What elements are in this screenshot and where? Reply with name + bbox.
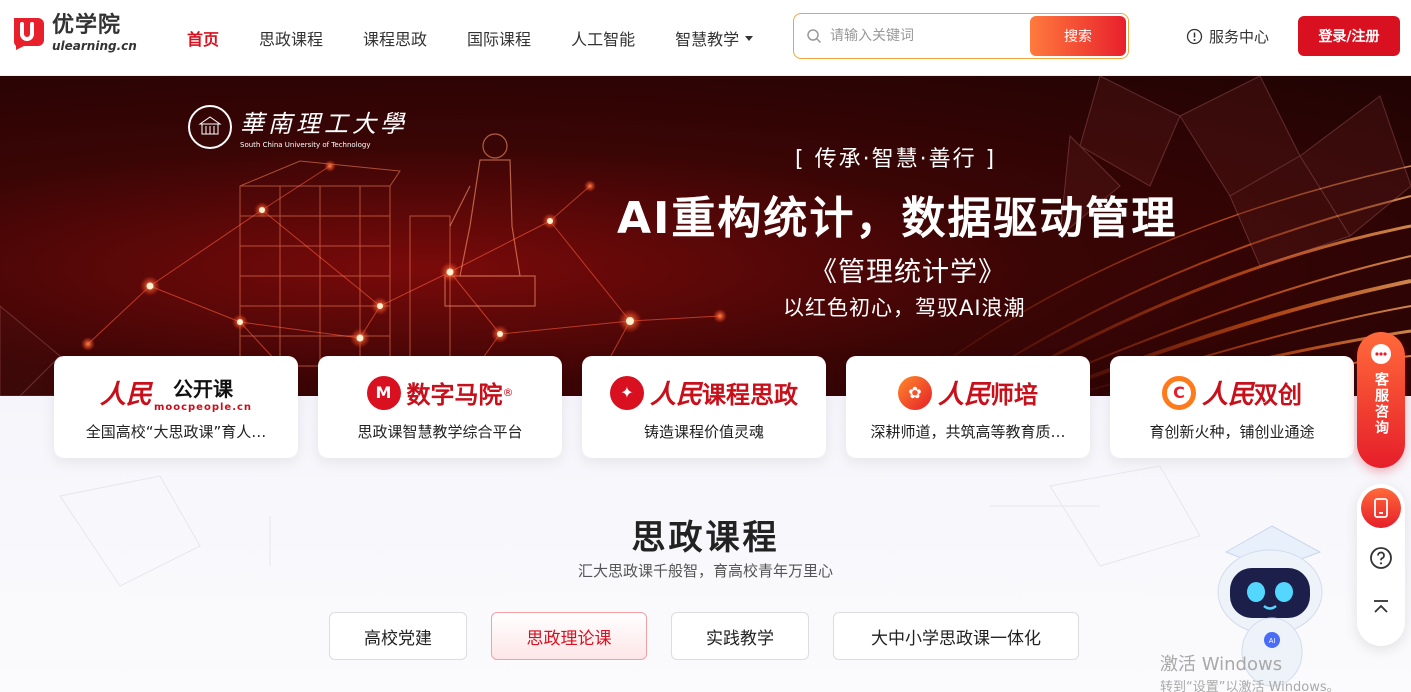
caret-down-icon [745,35,754,41]
nav-course-sizheng[interactable]: 课程思政 [363,26,427,50]
customer-service-button[interactable]: 客服咨询 [1357,332,1405,468]
card-description: 育创新火种，铺创业通途 [1149,422,1315,441]
banner-headline: AI重构统计，数据驱动管理 [617,193,1178,244]
card-brand: M 数字马院 ® [366,373,514,413]
logo-en-text: ulearning.cn [52,38,137,53]
university-name-cn: 華南理工大學 [240,110,408,138]
university-name-en: South China University of Technology [240,141,371,149]
phone-icon [1374,498,1388,518]
card-brand: 人民 公开课 moocpeople.cn [100,373,252,413]
innovation-logo-icon: C [1161,375,1196,410]
banner-slogan-small: [ 传承·智慧·善行 ] [795,147,997,172]
card-digital-marxism[interactable]: M 数字马院 ® 思政课智慧教学综合平台 [318,356,562,458]
card-brand: ✿ 人民 师培 [897,373,1038,413]
university-logo: 華南理工大學 South China University of Technol… [188,104,408,149]
nav-international[interactable]: 国际课程 [467,26,531,50]
brand-script: 人民 [1201,380,1254,410]
top-header: 优学院 ulearning.cn 首页 思政课程 课程思政 国际课程 人工智能 … [0,0,1411,76]
search-box: 搜索 [793,13,1129,59]
card-brand: ✦ 人民 课程思政 [609,373,798,413]
card-people-course-sizheng[interactable]: ✦ 人民 课程思政 铸造课程价值灵魂 [582,356,826,458]
brand-text: 双创 [1254,381,1302,409]
brand-url: moocpeople.cn [153,401,253,413]
brand-script: 人民 [99,380,152,410]
nav-smart-teaching[interactable]: 智慧教学 [675,26,754,50]
logo-cn-text: 优学院 [52,12,122,38]
nav-ai[interactable]: 人工智能 [571,26,635,50]
main-nav: 首页 思政课程 课程思政 国际课程 人工智能 智慧教学 [167,0,773,76]
site-logo[interactable]: 优学院 ulearning.cn [8,14,137,52]
card-description: 思政课智慧教学综合平台 [357,422,523,441]
info-icon [1186,28,1203,45]
arrow-up-icon [1374,600,1388,613]
digital-marxism-logo-icon: M [366,375,401,410]
card-people-teacher-training[interactable]: ✿ 人民 师培 深耕师道，共筑高等教育质… [846,356,1090,458]
login-register-button[interactable]: 登录/注册 [1298,16,1400,56]
teacher-training-logo-icon: ✿ [897,375,932,410]
platform-cards: 人民 公开课 moocpeople.cn 全国高校“大思政课”育人… M 数字马… [54,356,1354,458]
search-button[interactable]: 搜索 [1030,16,1126,56]
brand-text: 公开课 [173,376,233,401]
chat-bubble-icon [1371,344,1391,364]
floating-toolbar [1357,484,1405,646]
tab-theory-course[interactable]: 思政理论课 [491,612,647,660]
brand-script: 人民 [649,380,702,410]
card-description: 全国高校“大思政课”育人… [85,422,267,441]
card-description: 铸造课程价值灵魂 [643,422,764,441]
registered-mark: ® [502,386,514,399]
service-center-link[interactable]: 服务中心 [1186,26,1269,47]
help-button[interactable] [1361,538,1401,578]
search-input[interactable] [830,28,1020,44]
nav-home[interactable]: 首页 [187,26,219,50]
brand-script: 人民 [937,380,990,410]
customer-service-label: 客服咨询 [1373,372,1389,436]
mobile-app-button[interactable] [1361,488,1401,528]
svg-text:AI: AI [1269,638,1276,645]
hero-banner[interactable]: 華南理工大學 South China University of Technol… [0,76,1411,396]
search-icon [807,29,822,44]
card-people-innovation[interactable]: C 人民 双创 育创新火种，铺创业通途 [1110,356,1354,458]
brand-text: 数字马院 [406,381,503,409]
university-seal-icon [188,104,232,149]
logo-icon [8,14,46,52]
people-course-logo-icon: ✦ [609,375,644,410]
card-description: 深耕师道，共筑高等教育质… [870,422,1066,441]
section-title: 思政课程 [631,518,780,558]
card-brand: C 人民 双创 [1161,373,1302,413]
nav-smart-teaching-label: 智慧教学 [675,30,740,49]
brand-text: 师培 [990,381,1038,409]
windows-activation-hint: 转到“设置”以激活 Windows。 [1160,680,1340,692]
tab-practice-teaching[interactable]: 实践教学 [671,612,809,660]
windows-activation-watermark: 激活 Windows [1160,654,1283,675]
tab-integration[interactable]: 大中小学思政课一体化 [833,612,1079,660]
section-tabs: 高校党建 思政理论课 实践教学 大中小学思政课一体化 [329,612,1103,660]
card-people-open-course[interactable]: 人民 公开课 moocpeople.cn 全国高校“大思政课”育人… [54,356,298,458]
question-icon [1370,547,1392,569]
nav-sizheng-course[interactable]: 思政课程 [259,26,323,50]
brand-text: 课程思政 [702,381,798,409]
back-to-top-button[interactable] [1361,588,1401,628]
section-subtitle: 汇大思政课千般智，育高校青年万里心 [577,562,833,580]
banner-subline: 以红色初心，驾驭AI浪潮 [783,296,1026,320]
banner-book-title: 《管理统计学》 [810,257,1006,288]
tab-party-building[interactable]: 高校党建 [329,612,467,660]
service-center-label: 服务中心 [1209,28,1270,46]
